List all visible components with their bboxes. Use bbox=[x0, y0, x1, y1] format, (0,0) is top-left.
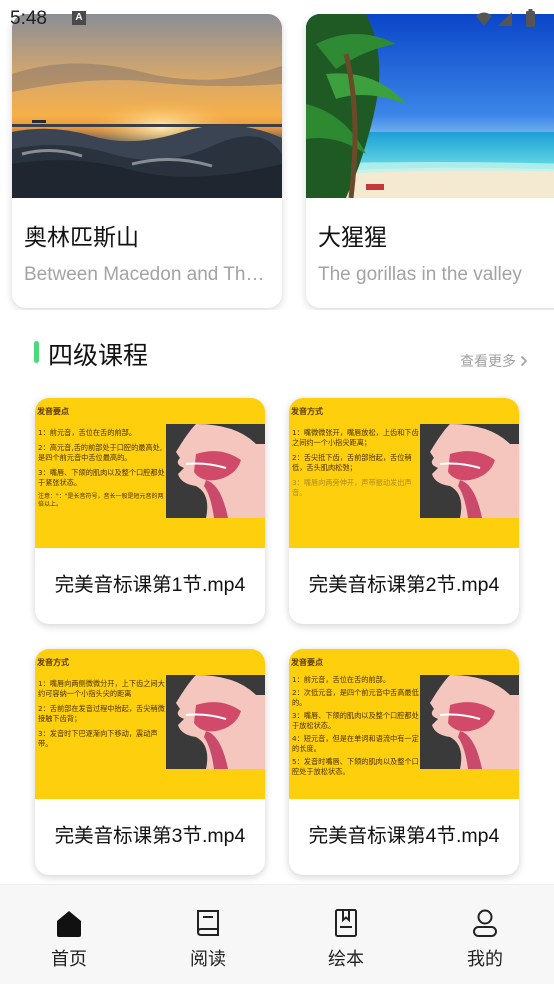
course-thumbnail: 发音方式 1：嘴微微张开，嘴唇放松，上齿和下齿之间约一个小指尖距离； 2：舌尖抵… bbox=[289, 398, 519, 548]
thumb-text: 1：前元音，舌位在舌的前部。 2：次低元音，是四个前元音中舌高最低的。 3：嘴唇… bbox=[292, 675, 420, 780]
thumb-line: 3：嘴唇、下颌的肌肉以及整个口腔都处于放松状态。 bbox=[292, 711, 419, 730]
featured-card[interactable]: 奥林匹斯山 Between Macedon and Thessaly bbox=[12, 14, 282, 308]
featured-subtitle: Between Macedon and Thessaly bbox=[24, 264, 270, 285]
mouth-diagram bbox=[166, 675, 265, 769]
thumb-line: 2：高元音,舌的前部处于口腔的最高处,是四个前元音中舌位最高的。 bbox=[38, 443, 163, 462]
thumb-line: 5：发音时嘴唇、下颌的肌肉以及整个口腔处于放松状态。 bbox=[292, 757, 419, 776]
tab-label: 首页 bbox=[51, 949, 87, 970]
tab-home[interactable]: 首页 bbox=[0, 885, 138, 984]
course-card[interactable]: 发音要点 1：前元音，舌位在舌的前部。 2：高元音,舌的前部处于口腔的最高处,是… bbox=[35, 398, 265, 624]
thumb-line: 2：次低元音，是四个前元音中舌高最低的。 bbox=[292, 688, 419, 707]
thumb-text: 1：嘴微微张开，嘴唇放松，上齿和下齿之间约一个小指尖距离； 2：舌尖抵下齿，舌前… bbox=[292, 428, 420, 503]
tab-label: 阅读 bbox=[190, 949, 226, 970]
section-accent-bar bbox=[34, 341, 39, 363]
thumb-line: 3：嘴唇、下颌的肌肉以及整个口腔都处于紧张状态。 bbox=[38, 468, 165, 487]
thumb-line: 3：嘴唇向两旁伸开，声带振动发出声音。 bbox=[292, 478, 412, 497]
see-more-label: 查看更多 bbox=[460, 354, 516, 370]
featured-title: 大猩猩 bbox=[318, 225, 387, 251]
course-title: 完美音标课第1节.mp4 bbox=[54, 574, 246, 596]
picture-book-icon bbox=[335, 909, 357, 937]
thumb-line: 1：前元音，舌位在舌的前部。 bbox=[292, 675, 391, 684]
tab-picture-book[interactable]: 绘本 bbox=[277, 885, 415, 984]
featured-title: 奥林匹斯山 bbox=[24, 225, 139, 251]
course-thumbnail: 发音方式 1：嘴唇向两侧微微分开，上下齿之间大约可容纳一个小指头尖的距离 2：舌… bbox=[35, 649, 265, 799]
tropical-beach-photo bbox=[306, 14, 554, 198]
bottom-tab-bar: 首页 阅读 绘本 我的 bbox=[0, 884, 554, 984]
section-header: 四级课程 查看更多 bbox=[34, 336, 534, 370]
thumb-heading: 发音方式 bbox=[291, 407, 323, 416]
thumb-line: 1：嘴唇向两侧微微分开，上下齿之间大约可容纳一个小指头尖的距离 bbox=[38, 679, 165, 698]
tab-reading[interactable]: 阅读 bbox=[139, 885, 277, 984]
book-icon bbox=[197, 910, 219, 936]
status-icons bbox=[476, 9, 535, 27]
thumb-line: 1：前元音，舌位在舌的前部。 bbox=[38, 428, 137, 437]
battery-icon bbox=[526, 9, 535, 27]
mouth-diagram bbox=[420, 424, 519, 518]
course-card[interactable]: 发音要点 1：前元音，舌位在舌的前部。 2：次低元音，是四个前元音中舌高最低的。… bbox=[289, 649, 519, 875]
thumb-line: 3：发音时下巴逐渐向下移动，震动声带。 bbox=[38, 729, 158, 748]
thumb-heading: 发音要点 bbox=[291, 658, 323, 667]
tab-label: 我的 bbox=[467, 949, 503, 970]
user-icon bbox=[473, 909, 497, 937]
thumb-heading: 发音方式 bbox=[37, 658, 69, 667]
thumb-note: 注意："："是长音符号，音长一般是短元音的两倍以上。 bbox=[38, 493, 164, 508]
home-icon bbox=[57, 911, 81, 937]
status-bar: 5:48 A bbox=[0, 0, 554, 36]
thumb-text: 1：嘴唇向两侧微微分开，上下齿之间大约可容纳一个小指头尖的距离 2：舌前部在发音… bbox=[38, 679, 166, 754]
course-title: 完美音标课第3节.mp4 bbox=[54, 825, 246, 847]
thumb-text: 1：前元音，舌位在舌的前部。 2：高元音,舌的前部处于口腔的最高处,是四个前元音… bbox=[38, 428, 166, 514]
signal-icon bbox=[498, 12, 512, 26]
notification-icon: A bbox=[72, 11, 86, 25]
course-card[interactable]: 发音方式 1：嘴微微张开，嘴唇放松，上齿和下齿之间约一个小指尖距离； 2：舌尖抵… bbox=[289, 398, 519, 624]
thumb-line: 1：嘴微微张开，嘴唇放松，上齿和下齿之间约一个小指尖距离； bbox=[292, 428, 419, 447]
thumb-line: 2：舌前部在发音过程中抬起，舌尖稍微接触下齿背； bbox=[38, 704, 165, 723]
status-time: 5:48 bbox=[10, 8, 47, 29]
thumb-line: 4：短元音，但是在单词和语流中有一定的长度。 bbox=[292, 734, 419, 753]
course-thumbnail: 发音要点 1：前元音，舌位在舌的前部。 2：高元音,舌的前部处于口腔的最高处,是… bbox=[35, 398, 265, 548]
chevron-right-icon bbox=[520, 355, 528, 367]
thumb-heading: 发音要点 bbox=[37, 407, 69, 416]
tab-profile[interactable]: 我的 bbox=[416, 885, 554, 984]
thumb-line: 2：舌尖抵下齿，舌前部抬起，舌位稍低，舌头肌肉松弛； bbox=[292, 453, 412, 472]
section-title: 四级课程 bbox=[48, 341, 149, 370]
course-title: 完美音标课第4节.mp4 bbox=[308, 825, 500, 847]
see-more-link[interactable]: 查看更多 bbox=[460, 351, 528, 371]
mouth-diagram bbox=[166, 424, 265, 518]
course-thumbnail: 发音要点 1：前元音，舌位在舌的前部。 2：次低元音，是四个前元音中舌高最低的。… bbox=[289, 649, 519, 799]
featured-carousel[interactable]: 奥林匹斯山 Between Macedon and Thessaly bbox=[0, 14, 554, 310]
sunset-sea-photo bbox=[12, 14, 282, 198]
mouth-diagram bbox=[420, 675, 519, 769]
featured-card[interactable]: 大猩猩 The gorillas in the valley bbox=[306, 14, 554, 308]
course-card[interactable]: 发音方式 1：嘴唇向两侧微微分开，上下齿之间大约可容纳一个小指头尖的距离 2：舌… bbox=[35, 649, 265, 875]
featured-subtitle: The gorillas in the valley bbox=[318, 264, 522, 285]
wifi-icon bbox=[476, 12, 492, 26]
tab-label: 绘本 bbox=[328, 949, 364, 970]
course-title: 完美音标课第2节.mp4 bbox=[308, 574, 500, 596]
